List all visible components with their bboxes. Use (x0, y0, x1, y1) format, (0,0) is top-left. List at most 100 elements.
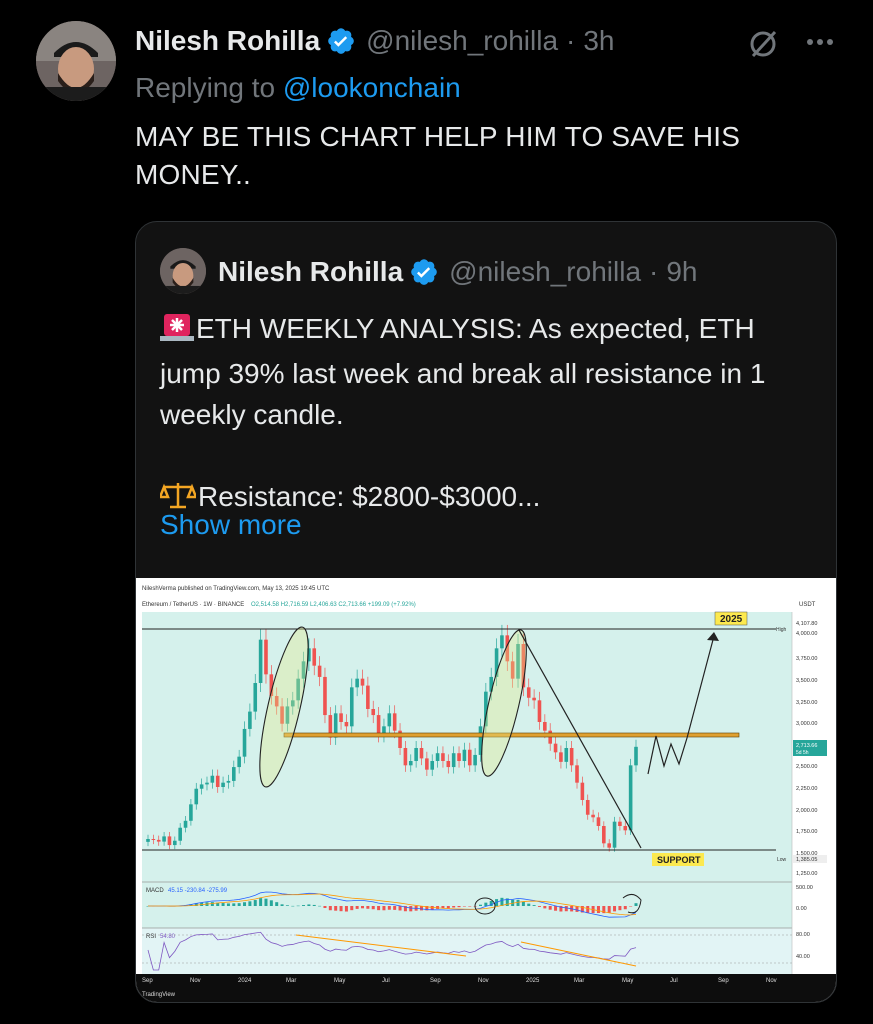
price-tick: 2,000.00 (796, 808, 817, 814)
macd-bar (521, 901, 525, 906)
author-avatar[interactable] (36, 21, 116, 101)
macd-bar (323, 906, 327, 909)
candle-body (151, 839, 156, 840)
show-more-link[interactable]: Show more (160, 509, 302, 541)
candle-body (618, 821, 622, 826)
candle-body (430, 761, 435, 770)
candle-body (339, 713, 343, 722)
candle-body (607, 843, 611, 848)
candle-body (323, 676, 327, 716)
macd-bar (296, 905, 300, 907)
candle-body (221, 782, 225, 787)
low-price-tag: 1,385.05 (796, 857, 817, 863)
candle-body (575, 765, 579, 783)
macd-tick: 0.00 (796, 906, 807, 912)
chart-image[interactable]: NileshVerma published on TradingView.com… (136, 578, 836, 1002)
candle-body (441, 753, 445, 761)
macd-bar (302, 905, 306, 906)
macd-bar (269, 900, 273, 906)
post-time[interactable]: 3h (583, 25, 614, 57)
x-axis-tick: Sep (142, 978, 153, 984)
candle-body (596, 817, 601, 826)
candle-body (248, 711, 252, 729)
candle-body (403, 748, 408, 766)
candle-body (569, 748, 574, 766)
main-pane (142, 612, 792, 882)
label-support: SUPPORT (657, 855, 701, 865)
macd-bar (527, 903, 531, 906)
candle-body (349, 687, 354, 727)
post-header: Nilesh Rohilla @nilesh_rohilla · 3h (135, 24, 615, 58)
quote-author-name: Nilesh Rohilla (218, 256, 404, 287)
candle-body (392, 713, 397, 731)
candle-body (634, 746, 638, 766)
price-tick: 3,750.00 (796, 656, 817, 662)
candle-body (559, 752, 563, 762)
quote-header: Nilesh Rohilla @nilesh_rohilla · 9h (218, 256, 698, 288)
x-axis-tick: Nov (766, 978, 777, 984)
candle-body (210, 775, 215, 783)
macd-bar (586, 906, 590, 914)
label-low: Low (777, 857, 787, 863)
macd-bar (361, 906, 365, 909)
replying-prefix: Replying to (135, 72, 276, 103)
macd-bar (232, 903, 236, 906)
countdown: 5d 5h (796, 750, 809, 756)
macd-bar (564, 906, 568, 912)
quoted-post[interactable]: Nilesh Rohilla @nilesh_rohilla · 9h ETH … (135, 221, 837, 1003)
macd-bar (516, 899, 520, 906)
chart-currency: USDT (799, 602, 816, 608)
x-axis-tick: May (622, 978, 633, 984)
macd-bar (382, 906, 386, 911)
candle-body (500, 635, 504, 649)
macd-bar (596, 906, 600, 914)
macd-bar (462, 906, 466, 907)
candle-body (355, 678, 359, 688)
current-price: 2,713.66 (796, 743, 817, 749)
price-tick: 3,000.00 (796, 721, 817, 727)
high-price-tag: 4,107.80 (796, 621, 817, 627)
macd-bar (312, 904, 316, 906)
candle-body (194, 788, 199, 805)
candle-body (264, 639, 268, 675)
candle-body (253, 683, 258, 712)
macd-bar (387, 906, 391, 910)
macd-bar (478, 904, 482, 906)
label-high: High (776, 627, 787, 633)
rsi-tick: 40.00 (796, 954, 810, 960)
grok-icon[interactable] (745, 26, 781, 62)
x-axis-tick: Sep (430, 978, 441, 984)
quote-paragraph-1: ETH WEEKLY ANALYSIS: As expected, ETH ju… (160, 308, 820, 435)
macd-bar (226, 903, 230, 906)
candle-body (156, 839, 161, 842)
verified-badge-icon (409, 257, 439, 287)
macd-bar (398, 906, 402, 911)
candle-body (173, 840, 177, 846)
candle-body (387, 713, 392, 727)
candle-body (317, 665, 322, 677)
price-tick: 3,250.00 (796, 700, 817, 706)
candle-body (591, 814, 595, 818)
macd-bar (548, 906, 552, 910)
replying-to-link[interactable]: @lookonchain (283, 72, 461, 103)
macd-bar (629, 906, 633, 907)
more-options-icon[interactable] (800, 30, 840, 54)
macd-bar (237, 903, 241, 906)
x-axis-tick: Mar (286, 978, 296, 984)
author-name[interactable]: Nilesh Rohilla (135, 25, 320, 57)
chart-ohlc: O2,514.58 H2,716.59 L2,406.63 C2,713.66 … (251, 602, 416, 608)
author-handle[interactable]: @nilesh_rohilla (366, 25, 558, 57)
macd-bar (409, 906, 413, 912)
x-axis-tick: Mar (574, 978, 584, 984)
candle-body (162, 836, 166, 842)
price-tick: 4,000.00 (796, 631, 817, 637)
candle-body (564, 748, 569, 762)
macd-bar (468, 906, 472, 907)
candle-body (457, 753, 461, 761)
price-tick: 1,750.00 (796, 829, 817, 835)
candle-body (226, 780, 231, 783)
candle-body (537, 700, 542, 722)
macd-bar (446, 906, 450, 909)
quote-line-2: Resistance: $2800-$3000... (198, 481, 541, 512)
candle-body (178, 827, 182, 841)
